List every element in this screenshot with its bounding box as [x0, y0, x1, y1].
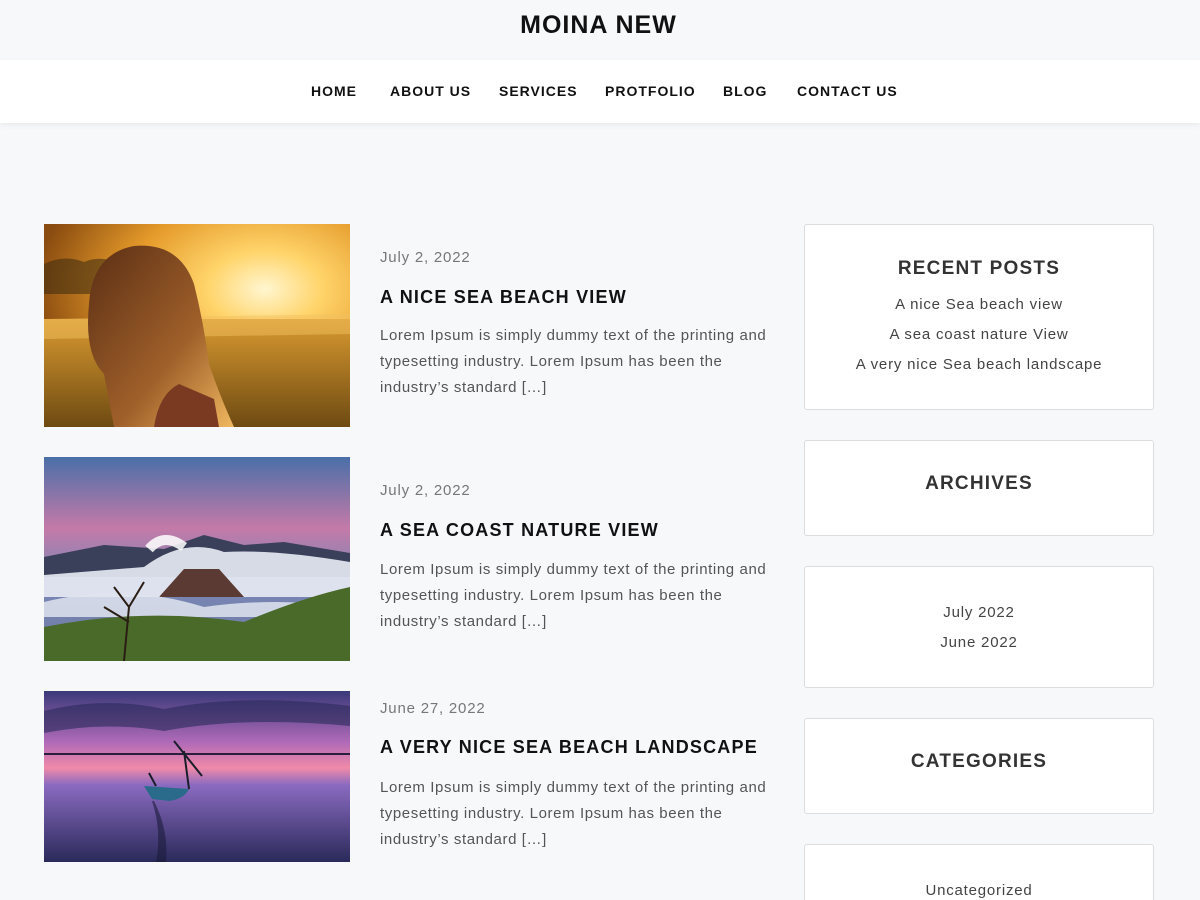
- nav-item-home[interactable]: HOME: [311, 83, 357, 99]
- nav-item-blog[interactable]: BLOG: [723, 83, 767, 99]
- site-header: MOINA NEW: [0, 0, 1200, 60]
- post-card: June 27, 2022 A VERY NICE SEA BEACH LAND…: [44, 691, 774, 862]
- widget-title: ARCHIVES: [925, 473, 1033, 494]
- post-title[interactable]: A NICE SEA BEACH VIEW: [380, 287, 627, 308]
- post-thumbnail[interactable]: [44, 457, 350, 661]
- widget-title: RECENT POSTS: [897, 258, 1061, 279]
- site-title[interactable]: MOINA NEW: [0, 11, 1197, 40]
- categories-widget: CATEGORIES: [804, 718, 1154, 814]
- post-excerpt: Lorem Ipsum is simply dummy text of the …: [380, 561, 767, 630]
- categories-list-widget: Uncategorized: [804, 844, 1154, 900]
- post-card: July 2, 2022 A SEA COAST NATURE VIEW Lor…: [44, 457, 774, 661]
- archive-link[interactable]: July 2022: [805, 604, 1153, 621]
- post-excerpt: Lorem Ipsum is simply dummy text of the …: [380, 779, 767, 848]
- archives-widget: ARCHIVES: [804, 440, 1154, 536]
- post-date: July 2, 2022: [380, 249, 471, 266]
- nav-item-portfolio[interactable]: PROTFOLIO: [605, 83, 696, 99]
- girl-in-sunset-field-image: [44, 224, 350, 427]
- widget-title: CATEGORIES: [910, 751, 1048, 772]
- category-link[interactable]: Uncategorized: [805, 882, 1153, 899]
- recent-post-link[interactable]: A nice Sea beach view: [805, 296, 1153, 313]
- archive-link[interactable]: June 2022: [805, 634, 1153, 651]
- archives-list-widget: July 2022 June 2022: [804, 566, 1154, 688]
- post-date: June 27, 2022: [380, 700, 486, 717]
- recent-posts-widget: RECENT POSTS A nice Sea beach view A sea…: [804, 224, 1154, 410]
- nav-item-services[interactable]: SERVICES: [499, 83, 578, 99]
- post-title[interactable]: A SEA COAST NATURE VIEW: [380, 520, 659, 541]
- nav-item-about-us[interactable]: ABOUT US: [390, 83, 471, 99]
- boat-at-sunset-image: [44, 691, 350, 862]
- recent-post-link[interactable]: A sea coast nature View: [805, 326, 1153, 343]
- post-title[interactable]: A VERY NICE SEA BEACH LANDSCAPE: [380, 737, 758, 758]
- nav-item-contact-us[interactable]: CONTACT US: [797, 83, 898, 99]
- post-date: July 2, 2022: [380, 482, 471, 499]
- post-thumbnail[interactable]: [44, 224, 350, 427]
- post-thumbnail[interactable]: [44, 691, 350, 862]
- recent-post-link[interactable]: A very nice Sea beach landscape: [805, 356, 1153, 373]
- post-excerpt: Lorem Ipsum is simply dummy text of the …: [380, 327, 767, 396]
- main-nav: HOME ABOUT US SERVICES PROTFOLIO BLOG CO…: [0, 60, 1200, 123]
- post-card: July 2, 2022 A NICE SEA BEACH VIEW Lorem…: [44, 224, 774, 427]
- volcano-landscape-image: [44, 457, 350, 661]
